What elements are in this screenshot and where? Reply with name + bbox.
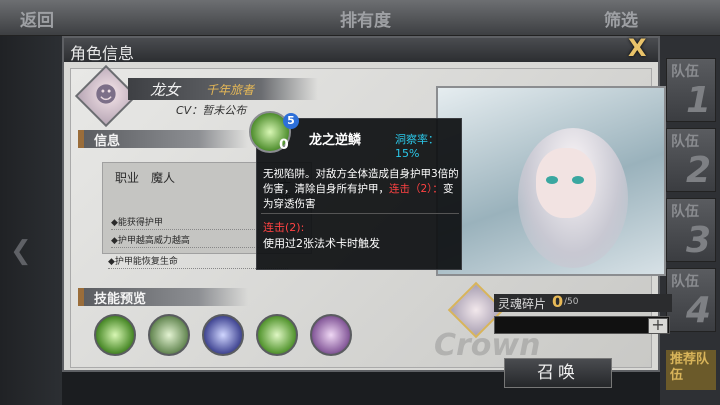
tooltip-divider [261, 213, 459, 214]
eye-icon [572, 176, 584, 184]
team-slot-4[interactable]: 队伍 4 [666, 268, 716, 332]
left-arrow-icon: ❮ [10, 236, 32, 266]
team-slot-3[interactable]: 队伍 3 [666, 198, 716, 262]
skill-level-badge: 5 [283, 113, 299, 129]
combo-header: 连击(2): [263, 221, 305, 234]
skill-claw-icon[interactable] [256, 314, 298, 356]
insight-rate: 洞察率：15% [395, 133, 439, 160]
voice-actor: CV：暂未公布 [176, 104, 247, 117]
dialog-title: 角色信息 [70, 44, 135, 63]
combo-condition: 使用过2张法术卡时触发 [263, 237, 380, 250]
skill-dragon-icon[interactable] [94, 314, 136, 356]
skill-flower-icon[interactable] [310, 314, 352, 356]
shard-value: 0 [552, 292, 564, 311]
skill-description: 无视陷阱。对敌方全体造成自身护甲3倍的伤害，清除自身所有护甲，连击（2）：变为穿… [263, 168, 459, 210]
top-bar: 返回 排有度 筛选 [0, 0, 720, 36]
skills-section-title: 技能预览 [94, 292, 147, 307]
filter-button[interactable]: 筛选 [604, 6, 638, 31]
eye-icon [546, 176, 558, 184]
recommend-team-button[interactable]: 推荐队伍 [666, 350, 716, 390]
shard-max: /50 [564, 297, 579, 307]
left-backdrop: ❮ [0, 36, 62, 405]
team-slot-2[interactable]: 队伍 2 [666, 128, 716, 192]
skill-name: 龙之逆鳞 [309, 133, 362, 148]
class-label: 职业 [115, 171, 140, 185]
skill-tooltip: 5 0 龙之逆鳞 洞察率：15% 无视陷阱。对敌方全体造成自身护甲3倍的伤害，清… [249, 111, 462, 270]
back-button[interactable]: 返回 [20, 6, 54, 31]
portrait-face [536, 148, 596, 218]
dialog-titlebar: 角色信息 X [64, 34, 658, 63]
info-section-title: 信息 [94, 134, 121, 149]
shard-label: 灵魂碎片 [498, 297, 547, 311]
soul-shard-bar: 灵魂碎片 0 /50 [494, 292, 672, 312]
close-icon[interactable]: X [628, 34, 654, 64]
skill-serpent-icon[interactable] [148, 314, 190, 356]
skills-section-header: 技能预览 [78, 288, 248, 307]
avatar-face-icon: ☻ [94, 83, 118, 108]
skill-cost: 0 [279, 137, 289, 153]
class-value: 魔人 [151, 171, 176, 185]
team-slot-1[interactable]: 队伍 1 [666, 58, 716, 122]
character-name: 龙女 [150, 81, 181, 99]
sort-label[interactable]: 排有度 [340, 6, 391, 31]
add-shard-button[interactable]: + [648, 317, 668, 334]
name-bar: 龙女 千年旅者 [128, 78, 318, 100]
skill-orb-icon[interactable] [202, 314, 244, 356]
character-portrait [436, 86, 666, 276]
info-section-header: 信息 [78, 130, 248, 149]
summon-button[interactable]: 召唤 [504, 358, 612, 388]
character-subtitle: 千年旅者 [206, 83, 255, 97]
